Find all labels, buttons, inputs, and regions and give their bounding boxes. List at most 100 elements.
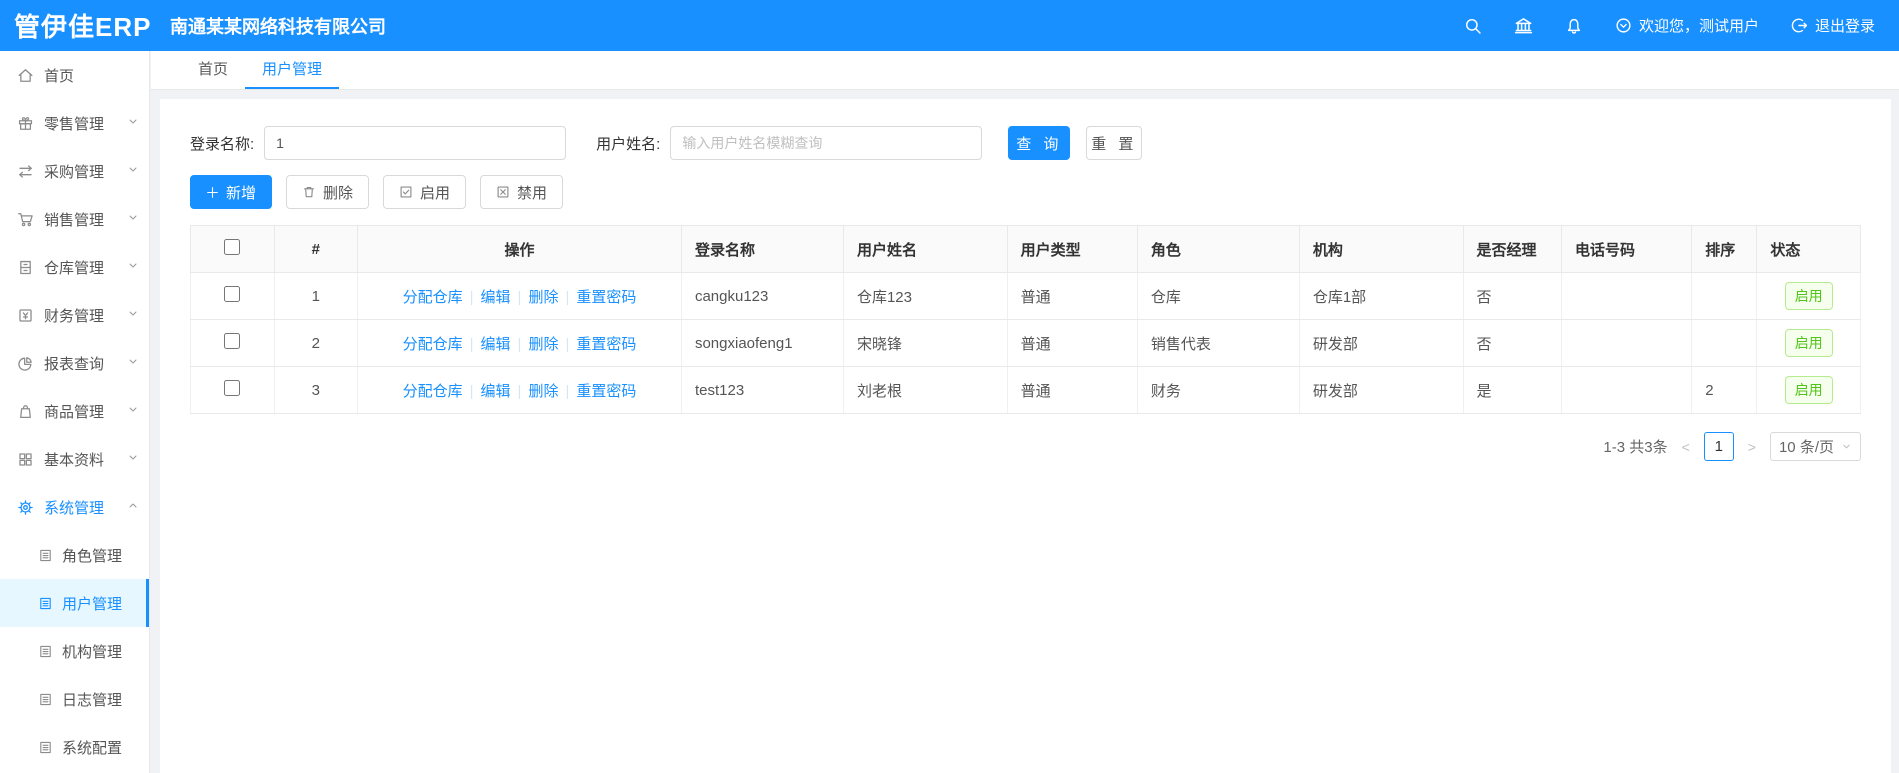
sidebar-subitem-system-config[interactable]: 系统配置 [0,723,149,771]
col-manager: 是否经理 [1462,225,1563,273]
pagination: 1-3 共3条 < 1 > 10 条/页 [190,432,1861,461]
prev-page-arrow[interactable]: < [1678,439,1694,455]
chevron-down-icon [127,355,139,372]
page-size-select[interactable]: 10 条/页 [1769,432,1861,461]
sidebar-item-sales[interactable]: 销售管理 [0,195,149,243]
sidebar-item-label: 首页 [44,67,75,85]
page-number-button[interactable]: 1 [1703,432,1734,461]
assign-warehouse-link[interactable]: 分配仓库 [403,289,463,306]
cell-sort [1691,319,1758,367]
user-name-input[interactable] [670,126,983,160]
cell-org: 研发部 [1298,319,1464,367]
sidebar-item-warehouse[interactable]: 仓库管理 [0,243,149,291]
login-name-input[interactable] [264,126,567,160]
search-icon[interactable] [1464,17,1482,35]
page-size-value: 10 条/页 [1778,439,1834,456]
edit-link[interactable]: 编辑 [481,383,511,400]
logout-button[interactable]: 退出登录 [1791,15,1875,36]
top-header: 管伊佳ERP 南通某某网络科技有限公司 欢迎您，测试用户 退出登录 [0,0,1899,51]
delete-link[interactable]: 删除 [528,383,558,400]
document-icon [38,548,53,563]
row-checkbox[interactable] [224,286,241,302]
sidebar-subitem-label: 日志管理 [62,691,123,709]
tab-user-management[interactable]: 用户管理 [245,51,340,89]
sidebar-subitem-users[interactable]: 用户管理 [0,579,149,627]
bank-icon[interactable] [1514,16,1533,35]
chevron-down-icon [127,163,139,180]
select-all-checkbox[interactable] [224,239,241,255]
reset-password-link[interactable]: 重置密码 [576,289,636,306]
sidebar-subitem-organizations[interactable]: 机构管理 [0,627,149,675]
add-button[interactable]: 新增 [190,175,273,209]
sidebar-item-label: 采购管理 [44,163,105,181]
welcome-text: 欢迎您，测试用户 [1638,18,1759,35]
sidebar-item-basic-data[interactable]: 基本资料 [0,435,149,483]
disable-button[interactable]: 禁用 [480,175,564,209]
edit-link[interactable]: 编辑 [481,289,511,306]
tab-home[interactable]: 首页 [181,51,245,89]
sidebar-item-reports[interactable]: 报表查询 [0,339,149,387]
sidebar-item-finance[interactable]: 财务管理 [0,291,149,339]
chevron-down-icon [127,259,139,276]
shopping-bag-icon [17,403,34,420]
assign-warehouse-link[interactable]: 分配仓库 [403,336,463,353]
search-form: 登录名称: 用户姓名: 查 询 重 置 [190,126,1861,160]
sidebar-item-label: 财务管理 [44,307,105,325]
sidebar-item-label: 系统管理 [44,499,105,517]
sidebar-item-system[interactable]: 系统管理 [0,483,149,531]
gear-icon [17,499,34,516]
document-icon [38,596,53,611]
user-table: # 操作 登录名称 用户姓名 用户类型 角色 机构 是否经理 电话号码 排序 状… [190,225,1861,414]
chevron-down-icon [127,451,139,468]
delete-link[interactable]: 删除 [528,336,558,353]
sidebar-item-home[interactable]: 首页 [0,51,149,99]
login-name-label: 登录名称: [190,135,255,153]
user-menu[interactable]: 欢迎您，测试用户 [1615,15,1759,36]
company-name: 南通某某网络科技有限公司 [170,16,386,37]
cell-type: 普通 [1006,366,1138,414]
header-actions: 欢迎您，测试用户 退出登录 [1464,15,1899,36]
table-row: 2 分配仓库 | 编辑 | 删除 | 重置密码 songxiaofeng1 宋晓锋 普通 销… [190,319,1861,367]
main-area: 首页 用户管理 登录名称: 用户姓名: 查 询 重 置 新增 [151,51,1899,773]
query-button[interactable]: 查 询 [1008,126,1071,160]
sidebar-subitem-logs[interactable]: 日志管理 [0,675,149,723]
sidebar-item-purchase[interactable]: 采购管理 [0,147,149,195]
notification-bell-icon[interactable] [1565,17,1583,35]
reset-password-link[interactable]: 重置密码 [576,336,636,353]
cabinet-icon [17,259,34,276]
action-divider: | [565,335,570,353]
sidebar-subitem-roles[interactable]: 角色管理 [0,531,149,579]
sidebar-subitem-label: 用户管理 [62,595,123,613]
sidebar-item-label: 销售管理 [44,211,105,229]
delete-button[interactable]: 删除 [286,175,370,209]
row-checkbox[interactable] [224,333,241,349]
cell-name: 刘老根 [842,366,1008,414]
cell-role: 财务 [1136,366,1300,414]
edit-link[interactable]: 编辑 [481,336,511,353]
gift-icon [17,115,34,132]
action-divider: | [469,382,474,400]
checkbox-crossed-icon [497,186,509,198]
sidebar-item-retail[interactable]: 零售管理 [0,99,149,147]
delete-link[interactable]: 删除 [528,289,558,306]
cell-org: 仓库1部 [1298,272,1464,320]
row-checkbox[interactable] [224,380,241,396]
reset-button[interactable]: 重 置 [1086,126,1143,160]
row-actions: 分配仓库 | 编辑 | 删除 | 重置密码 [357,366,682,414]
cell-login: test123 [680,366,844,414]
cell-login: cangku123 [680,272,844,320]
next-page-arrow[interactable]: > [1744,439,1760,455]
reset-password-link[interactable]: 重置密码 [576,383,636,400]
chevron-down-icon [1843,444,1850,449]
col-login: 登录名称 [680,225,844,273]
col-actions: 操作 [357,225,682,273]
assign-warehouse-link[interactable]: 分配仓库 [403,383,463,400]
col-sort: 排序 [1691,225,1758,273]
cell-sort: 2 [1691,366,1758,414]
cell-type: 普通 [1006,272,1138,320]
sidebar-item-goods[interactable]: 商品管理 [0,387,149,435]
col-role: 角色 [1136,225,1300,273]
tab-bar: 首页 用户管理 [151,51,1899,90]
enable-button[interactable]: 启用 [383,175,467,209]
sidebar-item-label: 仓库管理 [44,259,105,277]
